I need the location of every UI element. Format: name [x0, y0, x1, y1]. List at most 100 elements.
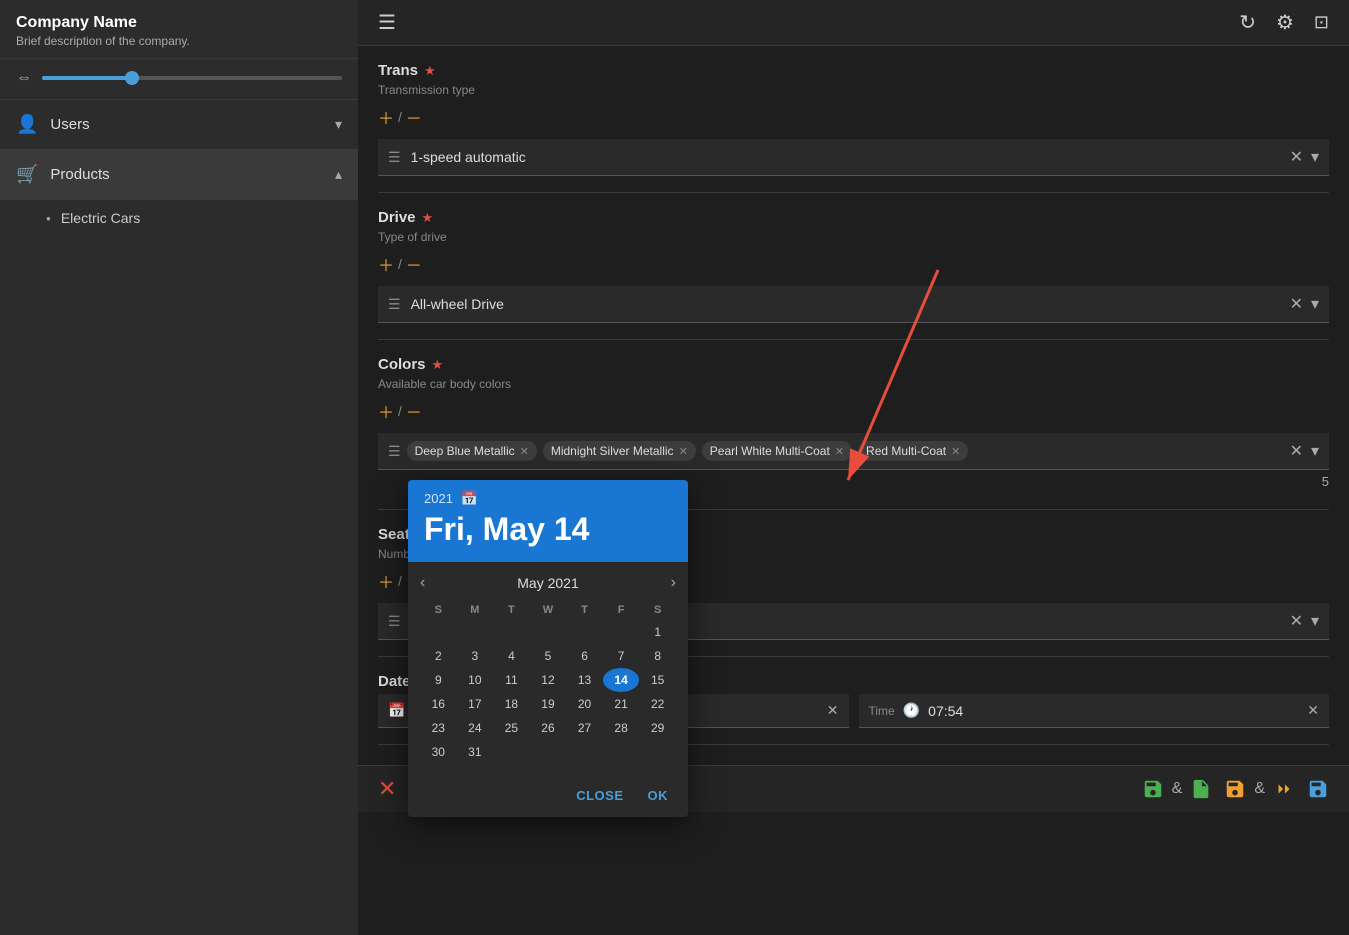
colors-dropdown-icon[interactable]: ▾	[1311, 441, 1319, 461]
colors-remove-btn[interactable]: －	[406, 399, 422, 423]
drive-select-field[interactable]: ☰ All-wheel Drive ✕ ▾	[378, 286, 1329, 323]
sidebar-item-products[interactable]: 🛒 Products ▴	[0, 150, 358, 200]
cal-header-s1: S	[420, 600, 457, 620]
drive-value: All-wheel Drive	[411, 296, 1280, 312]
trans-add-btn[interactable]: ＋	[378, 105, 394, 129]
colors-field-icon: ☰	[388, 443, 401, 460]
trans-dropdown-icon[interactable]: ▾	[1311, 147, 1319, 167]
calendar-day[interactable]: 22	[639, 692, 676, 716]
next-orange-icon[interactable]	[1273, 778, 1295, 800]
calendar-day[interactable]: 6	[566, 644, 603, 668]
trans-desc: Transmission type	[378, 83, 1329, 97]
trans-required: ★	[424, 63, 436, 79]
calendar-day[interactable]: 18	[493, 692, 530, 716]
save-blue-icon[interactable]	[1307, 778, 1329, 800]
calendar-prev-btn[interactable]: ‹	[420, 574, 425, 592]
drive-clear-icon[interactable]: ✕	[1290, 294, 1303, 314]
save-green-icon[interactable]	[1142, 778, 1164, 800]
tag-deep-blue-label: Deep Blue Metallic	[415, 444, 515, 458]
calendar-ok-btn[interactable]: OK	[640, 784, 677, 807]
calendar-day[interactable]: 31	[457, 740, 494, 764]
tag-red-multi-close[interactable]: ✕	[951, 445, 960, 458]
sidebar-slider[interactable]	[42, 76, 342, 80]
tag-midnight-silver-close[interactable]: ✕	[679, 445, 688, 458]
calendar-day[interactable]: 21	[603, 692, 640, 716]
seats-add-btn[interactable]: ＋	[378, 569, 394, 593]
calendar-day[interactable]: 19	[530, 692, 567, 716]
tag-red-multi-label: Red Multi-Coat	[866, 444, 946, 458]
seats-field-icon: ☰	[388, 613, 401, 630]
calendar-day[interactable]: 16	[420, 692, 457, 716]
calendar-day[interactable]: 2	[420, 644, 457, 668]
seats-clear-icon[interactable]: ✕	[1290, 611, 1303, 631]
calendar-day[interactable]: 12	[530, 668, 567, 692]
calendar-close-btn[interactable]: CLOSE	[568, 784, 631, 807]
delete-btn[interactable]: ✕	[378, 776, 396, 802]
drive-sep: /	[398, 256, 402, 272]
calendar-day[interactable]: 29	[639, 716, 676, 740]
menu-icon[interactable]: ☰	[378, 10, 396, 35]
calendar-day[interactable]: 25	[493, 716, 530, 740]
cal-header-t1: T	[493, 600, 530, 620]
colors-clear-icon[interactable]: ✕	[1290, 441, 1303, 461]
colors-tags-row: ☰ Deep Blue Metallic ✕ Midnight Silver M…	[378, 433, 1329, 470]
tag-deep-blue-close[interactable]: ✕	[520, 445, 529, 458]
topbar: ☰ ↻ ⚙ ⊡	[358, 0, 1349, 46]
calendar-day[interactable]: 7	[603, 644, 640, 668]
trans-section: Trans ★ Transmission type ＋ / － ☰ 1-spee…	[378, 46, 1329, 193]
calendar-day[interactable]: 23	[420, 716, 457, 740]
electric-cars-label: Electric Cars	[61, 210, 140, 226]
calendar-day[interactable]: 5	[530, 644, 567, 668]
drive-remove-btn[interactable]: －	[406, 252, 422, 276]
calendar-day[interactable]: 28	[603, 716, 640, 740]
slider-row: ⇔	[0, 59, 358, 100]
calendar-day[interactable]: 8	[639, 644, 676, 668]
calendar-day[interactable]: 15	[639, 668, 676, 692]
calendar-day[interactable]: 27	[566, 716, 603, 740]
settings-icon[interactable]: ⚙	[1276, 10, 1294, 35]
calendar-overlay: 2021 📅 Fri, May 14 ‹ May 2021 › S M T W …	[408, 480, 688, 817]
calendar-day[interactable]: 17	[457, 692, 494, 716]
trans-title: Trans	[378, 62, 418, 79]
calendar-day[interactable]: 11	[493, 668, 530, 692]
new-green-icon[interactable]	[1190, 778, 1212, 800]
drive-add-btn[interactable]: ＋	[378, 252, 394, 276]
drive-section: Drive ★ Type of drive ＋ / － ☰ All-wheel …	[378, 193, 1329, 340]
colors-add-btn[interactable]: ＋	[378, 399, 394, 423]
calendar-month-nav: ‹ May 2021 ›	[420, 570, 676, 600]
calendar-day	[457, 620, 494, 644]
save-orange-icon[interactable]	[1224, 778, 1246, 800]
calendar-day[interactable]: 30	[420, 740, 457, 764]
calendar-day[interactable]: 24	[457, 716, 494, 740]
trans-clear-icon[interactable]: ✕	[1290, 147, 1303, 167]
tag-pearl-white: Pearl White Multi-Coat ✕	[702, 441, 852, 461]
time-clear-icon[interactable]: ✕	[1307, 702, 1319, 719]
trans-remove-btn[interactable]: －	[406, 105, 422, 129]
calendar-day	[639, 740, 676, 764]
calendar-day[interactable]: 14	[603, 668, 640, 692]
calendar-day[interactable]: 26	[530, 716, 567, 740]
trans-select-field[interactable]: ☰ 1-speed automatic ✕ ▾	[378, 139, 1329, 176]
calendar-next-btn[interactable]: ›	[671, 574, 676, 592]
cal-header-f: F	[603, 600, 640, 620]
calendar-day[interactable]: 13	[566, 668, 603, 692]
calendar-day[interactable]: 9	[420, 668, 457, 692]
calendar-day	[530, 620, 567, 644]
sidebar: Company Name Brief description of the co…	[0, 0, 358, 935]
time-field[interactable]: Time 🕐 07:54 ✕	[859, 694, 1330, 728]
calendar-day[interactable]: 4	[493, 644, 530, 668]
date-clear-icon[interactable]: ✕	[827, 702, 839, 719]
sidebar-item-users[interactable]: 👤 Users ▾	[0, 100, 358, 150]
calendar-day[interactable]: 3	[457, 644, 494, 668]
calendar-day[interactable]: 1	[639, 620, 676, 644]
tag-pearl-white-close[interactable]: ✕	[835, 445, 844, 458]
calendar-day[interactable]: 20	[566, 692, 603, 716]
sidebar-item-electric-cars[interactable]: Electric Cars	[0, 200, 358, 236]
seats-dropdown-icon[interactable]: ▾	[1311, 611, 1319, 631]
calendar-day[interactable]: 10	[457, 668, 494, 692]
calendar-day	[603, 620, 640, 644]
refresh-icon[interactable]: ↻	[1239, 10, 1256, 35]
seats-sep: /	[398, 573, 402, 589]
drive-dropdown-icon[interactable]: ▾	[1311, 294, 1319, 314]
export-icon[interactable]: ⊡	[1314, 12, 1329, 33]
